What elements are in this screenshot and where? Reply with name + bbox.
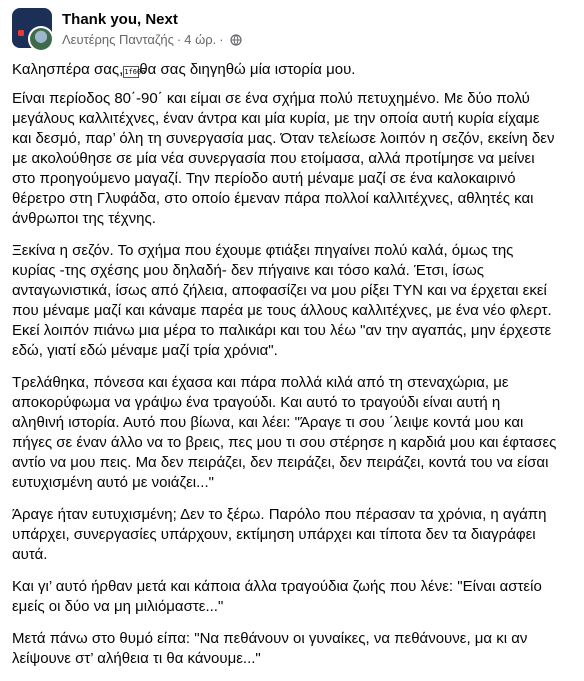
post-meta: Λευτέρης Πανταζής · 4 ώρ. ·: [62, 32, 242, 47]
post-paragraph-4: Άραγε ήταν ευτυχισμένη; Δεν το ξέρω. Παρ…: [12, 506, 547, 563]
group-name-link[interactable]: Thank you, Next: [62, 11, 178, 28]
author-name-link[interactable]: Λευτέρης Πανταζής: [62, 32, 174, 47]
smiling-emoji-icon: 1f60a: [123, 66, 146, 78]
post-header: Thank you, Next Λευτέρης Πανταζής · 4 ώρ…: [12, 8, 572, 52]
meta-separator: ·: [176, 32, 182, 47]
post-paragraph-6: Μετά πάνω στο θυμό είπα: "Να πεθάνουν οι…: [12, 630, 528, 667]
post-greeting: Καλησπέρα σας,1f60aθα σας διηγηθώ μία ισ…: [12, 61, 356, 78]
author-avatar[interactable]: [28, 26, 54, 52]
post-body: Καλησπέρα σας,1f60aθα σας διηγηθώ μία ισ…: [12, 60, 572, 681]
post-timestamp[interactable]: 4 ώρ.: [184, 32, 216, 47]
post-paragraph-2: Ξεκίνα η σεζόν. Το σχήμα που έχουμε φτιά…: [12, 242, 552, 359]
globe-icon[interactable]: [229, 33, 242, 46]
post-paragraph-5: Και γι’ αυτό ήρθαν μετά και κάποια άλλα …: [12, 578, 542, 615]
post-paragraph-1: Είναι περίοδος 80΄-90΄ και είμαι σε ένα …: [12, 90, 555, 227]
meta-separator-2: ·: [219, 32, 224, 47]
logo-mark: [18, 30, 24, 36]
facebook-post: Thank you, Next Λευτέρης Πανταζής · 4 ώρ…: [0, 0, 584, 667]
post-paragraph-3: Τρελάθηκα, πόνεσα και έχασα και πάρα πολ…: [12, 374, 557, 491]
group-avatar[interactable]: [12, 8, 56, 52]
